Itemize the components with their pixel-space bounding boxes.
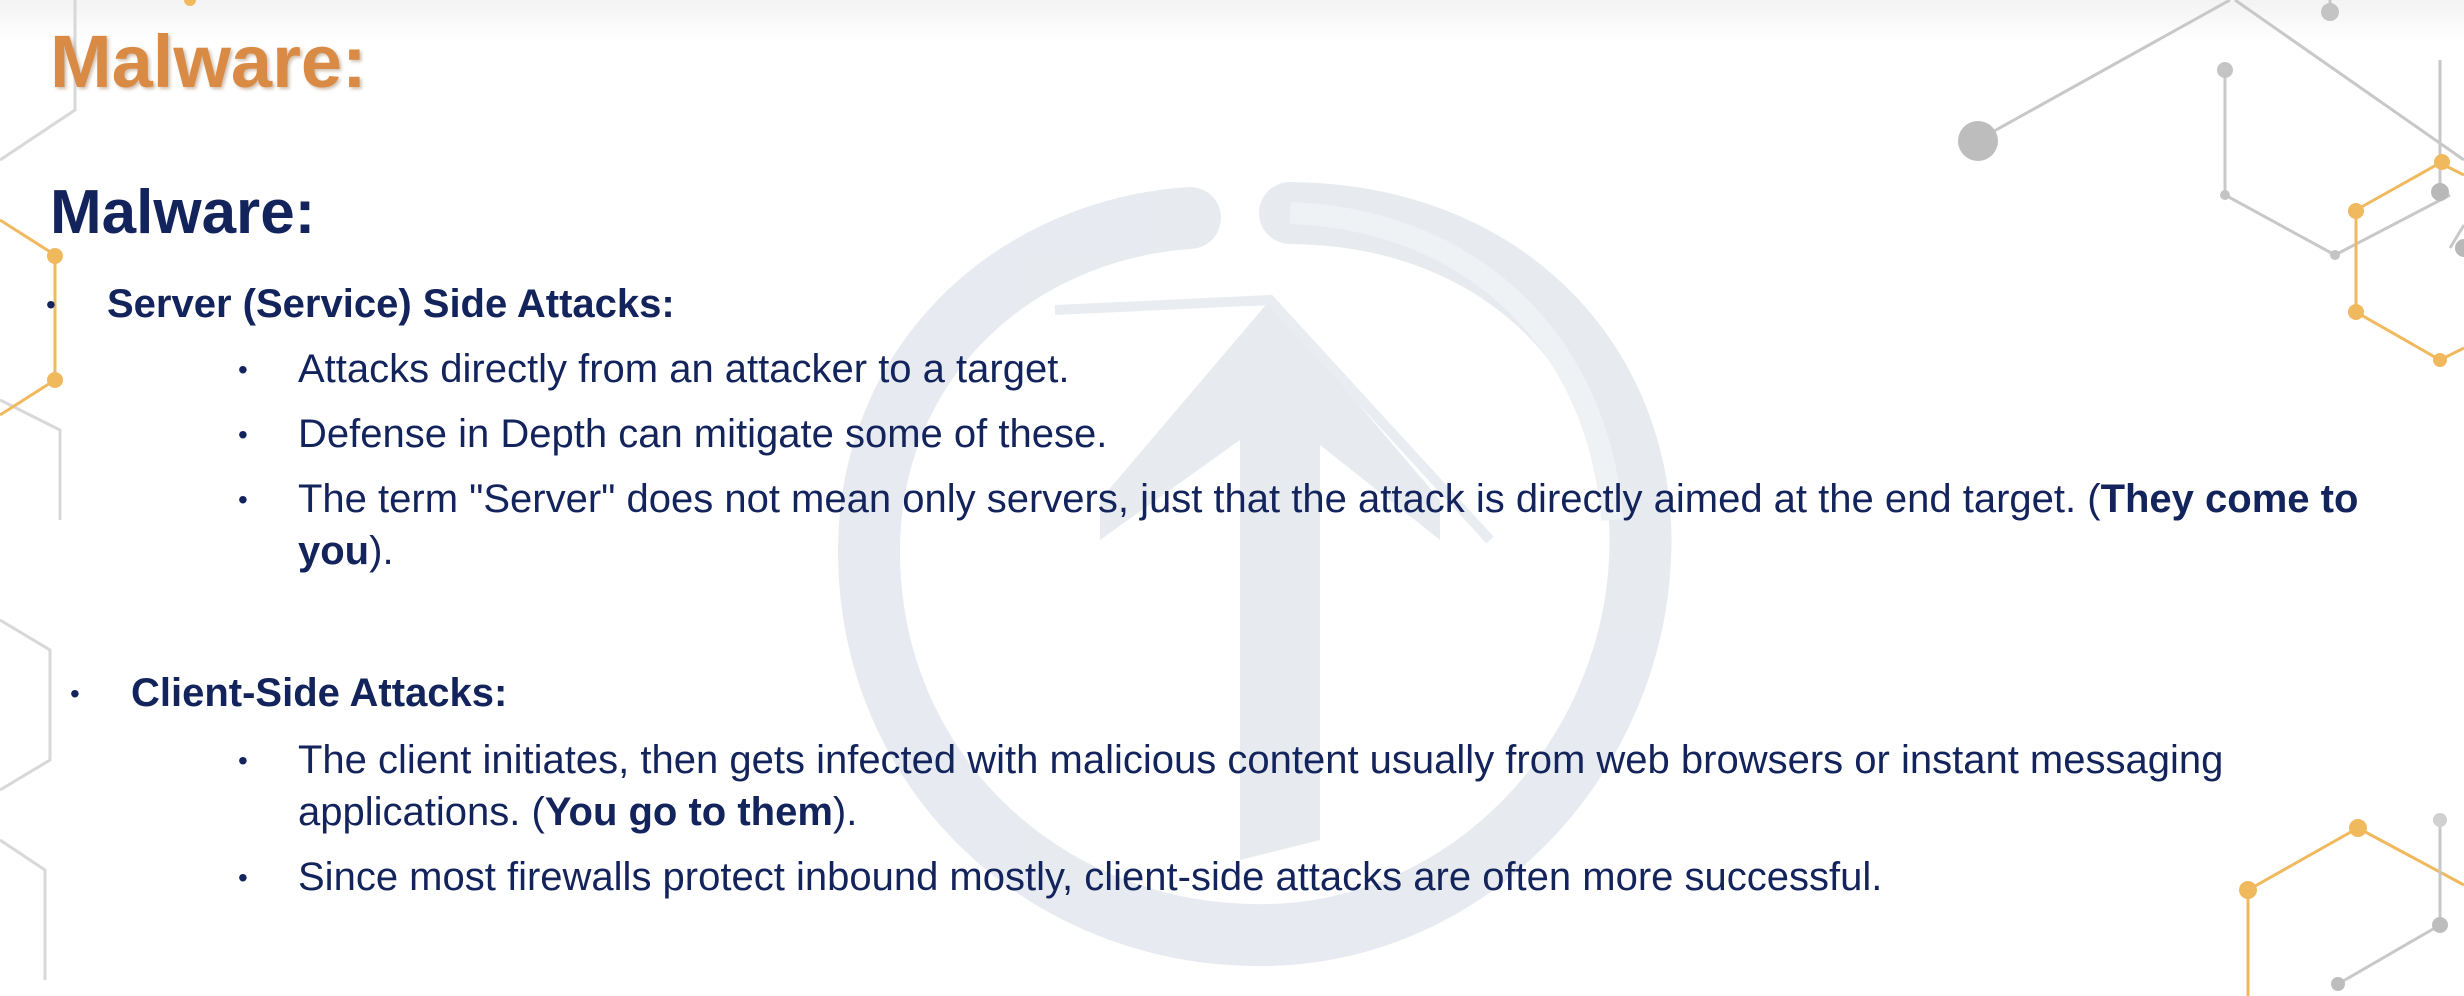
bullet-icon: • xyxy=(238,419,248,450)
bullet-icon: • xyxy=(70,678,80,709)
bullet-icon: • xyxy=(238,354,248,385)
node-dot xyxy=(2330,250,2340,260)
list-item: Defense in Depth can mitigate some of th… xyxy=(298,412,1108,456)
bullet-icon: • xyxy=(238,862,248,893)
node-dot xyxy=(1958,121,1998,161)
node-dot xyxy=(2348,203,2364,219)
node-dot xyxy=(2217,62,2233,78)
section-label-server-side: Server (Service) Side Attacks: xyxy=(107,282,675,326)
slide: Malware: Malware: • Server (Service) Sid… xyxy=(0,0,2464,996)
node-dot xyxy=(184,0,196,6)
node-dot xyxy=(2331,977,2345,991)
slide-title: Malware: xyxy=(50,20,367,103)
node-dot xyxy=(2321,3,2339,21)
list-item: Since most firewalls protect inbound mos… xyxy=(298,855,1883,899)
list-item: The term "Server" does not mean only ser… xyxy=(298,473,2448,577)
hex-pattern-left xyxy=(0,0,77,980)
list-item: The client initiates, then gets infected… xyxy=(298,734,2448,838)
node-dot xyxy=(2220,190,2230,200)
bullet-icon: • xyxy=(238,745,248,776)
bullet-icon: • xyxy=(238,484,248,515)
node-dot xyxy=(2455,239,2464,257)
node-dot xyxy=(47,372,63,388)
node-dot xyxy=(2434,154,2450,170)
content-heading: Malware: xyxy=(50,178,316,247)
node-dot xyxy=(2348,304,2364,320)
item-emphasis: You go to them xyxy=(544,790,833,834)
bullet-icon: • xyxy=(46,289,56,320)
item-text: ). xyxy=(832,790,858,834)
node-dot xyxy=(2431,183,2449,201)
section-label-client-side: Client-Side Attacks: xyxy=(131,671,508,715)
item-text: The term "Server" does not mean only ser… xyxy=(298,477,2101,521)
network-lines-top-right xyxy=(1977,0,2464,257)
item-text: ). xyxy=(369,529,394,573)
node-dot xyxy=(2432,917,2448,933)
list-item: Attacks directly from an attacker to a t… xyxy=(298,347,1070,391)
